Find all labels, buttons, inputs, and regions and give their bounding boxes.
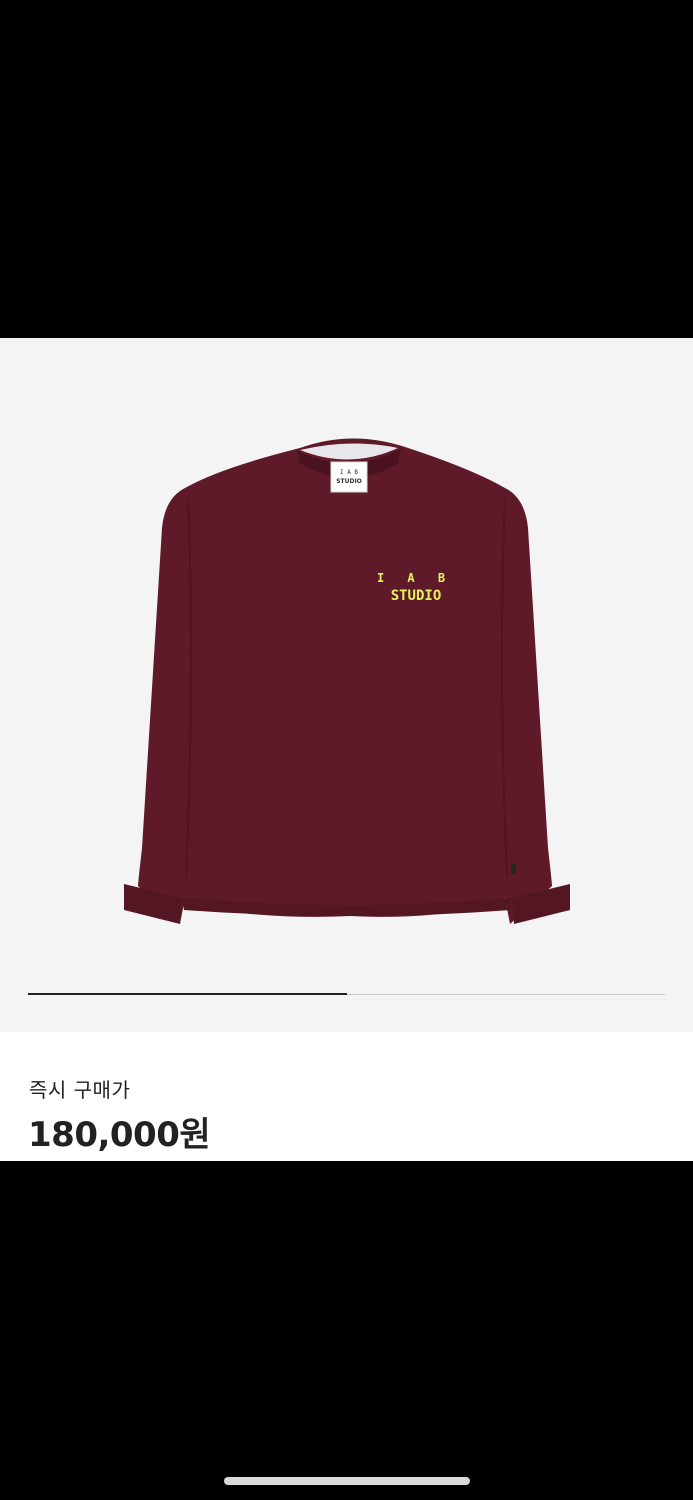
instant-buy-price-value: 180,000원 [28, 1115, 211, 1155]
carousel-progress-bar [28, 993, 665, 995]
product-image-carousel[interactable]: I A B STUDIO I A B STUDIO [0, 338, 693, 1032]
screen: I A B STUDIO I A B STUDIO 즉시 구매가 180,000… [0, 0, 693, 1500]
svg-text:STUDIO: STUDIO [391, 588, 442, 604]
instant-buy-price-label: 즉시 구매가 [29, 1078, 131, 1102]
sweatshirt-body [138, 438, 552, 924]
side-tag [511, 864, 516, 874]
carousel-progress-fill [28, 993, 347, 995]
svg-text:STUDIO: STUDIO [336, 478, 362, 485]
home-indicator[interactable] [224, 1477, 470, 1485]
neck-label: I A B STUDIO [330, 461, 368, 493]
price-panel: 즉시 구매가 180,000원 [0, 1032, 693, 1161]
svg-text:I A B: I A B [377, 571, 453, 585]
product-image[interactable]: I A B STUDIO I A B STUDIO [0, 338, 693, 978]
svg-text:I A B: I A B [340, 469, 358, 476]
